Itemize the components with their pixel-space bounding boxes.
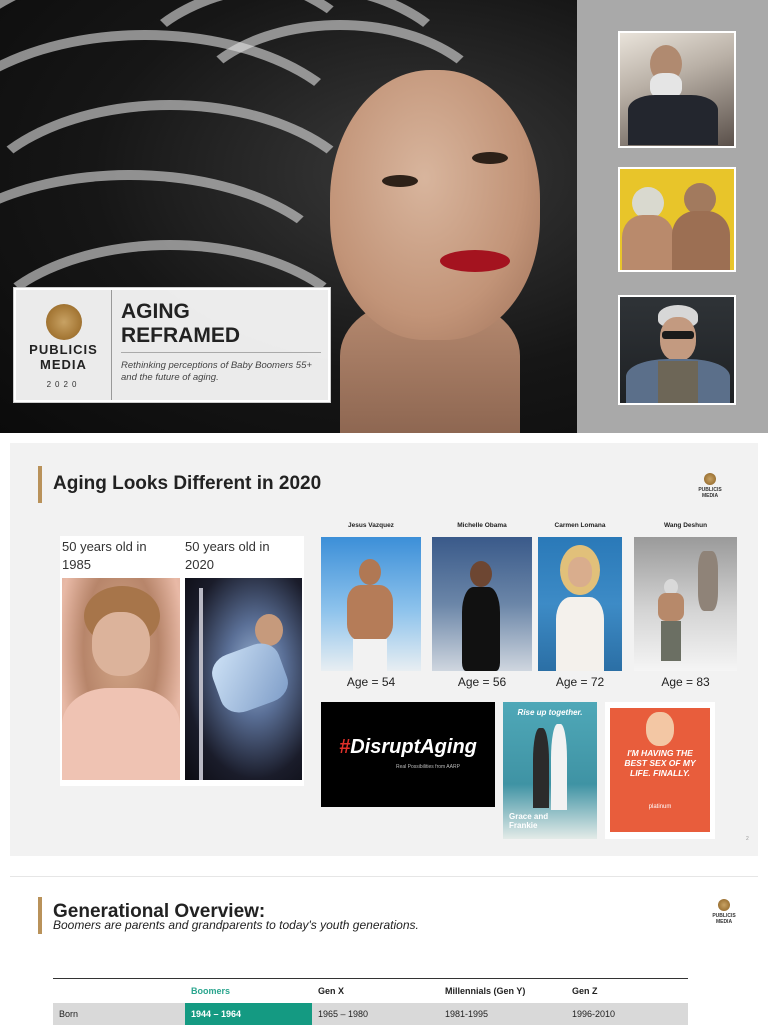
wang-deshun-photo (634, 537, 737, 671)
header-genz: Gen Z (566, 978, 688, 1003)
poster-title: Grace and Frankie (509, 812, 549, 830)
platinum-brand: platinum (648, 804, 672, 810)
comparison-label-1985: 50 years old in 1985 (62, 539, 147, 572)
page-number: 2 (746, 836, 749, 842)
platinum-ad-poster: I'M HAVING THE BEST SEX OF MY LIFE. FINA… (610, 708, 710, 832)
header-boomers: Boomers (185, 978, 312, 1003)
slide-subtitle: Rethinking perceptions of Baby Boomers 5… (121, 360, 312, 383)
logo-name: PUBLICIS MEDIA (29, 342, 98, 372)
title-accent-bar (38, 466, 42, 503)
header-millennials: Millennials (Gen Y) (439, 978, 566, 1003)
genz-born-cell: 1996-2010 (566, 1003, 688, 1025)
disrupt-aging-banner: #DisruptAging Real Possibilities from AA… (321, 702, 495, 807)
publicis-media-mini-logo: PUBLICIS MEDIA (704, 899, 744, 925)
title-accent-bar (38, 897, 42, 934)
slide-title: Aging Looks Different in 2020 (53, 473, 322, 494)
comparison-label-2020: 50 years old in 2020 (185, 539, 270, 572)
hero-portrait-image: PUBLICIS MEDIA 2020 AGING REFRAMED Rethi… (0, 0, 577, 433)
age-label: Age = 83 (661, 675, 710, 689)
aging-looks-different-slide: Aging Looks Different in 2020 PUBLICIS M… (10, 443, 758, 856)
publicis-media-logo: PUBLICIS MEDIA 2020 (16, 290, 112, 400)
poster-tagline: Rise up together. (517, 708, 583, 717)
title-slide: PUBLICIS MEDIA 2020 AGING REFRAMED Rethi… (0, 0, 768, 433)
sun-logo-icon (704, 473, 716, 485)
age-comparison-panel: 50 years old in 1985 50 years old in 202… (60, 536, 304, 786)
jesus-vazquez-photo (321, 537, 421, 671)
man-with-glasses-photo (618, 295, 736, 405)
michelle-obama-photo (432, 537, 532, 671)
celebrity-name: Jesus Vazquez (348, 522, 394, 529)
row-label: Born (53, 1003, 185, 1025)
woman-2020-photo (185, 578, 302, 780)
platinum-ad: I'M HAVING THE BEST SEX OF MY LIFE. FINA… (605, 702, 715, 839)
slide-title: AGING REFRAMED (121, 300, 240, 347)
celebrity-name: Michelle Obama (457, 522, 507, 529)
title-card: PUBLICIS MEDIA 2020 AGING REFRAMED Rethi… (14, 288, 330, 402)
platinum-quote: I'M HAVING THE BEST SEX OF MY LIFE. FINA… (624, 748, 696, 778)
boomers-born-cell: 1944 – 1964 (185, 1003, 312, 1025)
header-empty (53, 978, 185, 1003)
slide-subtitle: Boomers are parents and grandparents to … (53, 918, 419, 932)
publicis-media-mini-logo: PUBLICIS MEDIA (690, 473, 730, 499)
logo-year: 2020 (46, 380, 81, 389)
tattooed-man-photo (618, 31, 736, 148)
woman-1985-photo (62, 578, 180, 780)
grace-and-frankie-poster: Rise up together. Grace and Frankie (503, 702, 597, 839)
age-label: Age = 54 (346, 675, 396, 689)
header-genx: Gen X (312, 978, 439, 1003)
table-header-row: Boomers Gen X Millennials (Gen Y) Gen Z (53, 978, 688, 1003)
millennials-born-cell: 1981-1995 (439, 1003, 566, 1025)
sun-logo-icon (46, 304, 82, 340)
carmen-lomana-photo (538, 537, 622, 671)
celebrity-name: Wang Deshun (663, 522, 708, 529)
age-label: Age = 56 (457, 675, 507, 689)
generation-table: Boomers Gen X Millennials (Gen Y) Gen Z … (53, 978, 688, 1025)
aarp-tagline: Real Possibilities from AARP (396, 764, 460, 770)
genx-born-cell: 1965 – 1980 (312, 1003, 439, 1025)
sun-logo-icon (718, 899, 730, 911)
disrupt-aging-text: #DisruptAging (339, 736, 477, 758)
couple-back-view-photo (618, 167, 736, 272)
age-label: Age = 72 (555, 675, 605, 689)
title-divider (121, 352, 321, 353)
generational-overview-slide: Generational Overview: Boomers are paren… (10, 876, 758, 1025)
table-row: Born 1944 – 1964 1965 – 1980 1981-1995 1… (53, 1003, 688, 1025)
celebrity-name: Carmen Lomana (554, 522, 606, 529)
